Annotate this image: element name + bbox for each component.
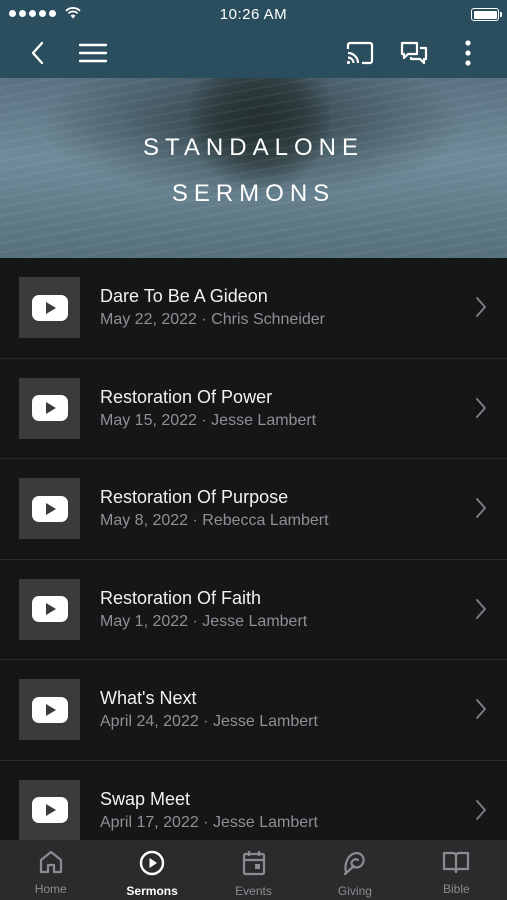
video-thumbnail [19,779,80,840]
sermon-meta: May 15, 2022 · Jesse Lambert [100,411,317,429]
play-circle-icon [139,850,165,876]
youtube-play-icon [31,596,68,622]
cast-button[interactable] [343,36,377,70]
sermon-item[interactable]: Swap Meet April 17, 2022 · Jesse Lambert [0,761,507,840]
more-vertical-icon [465,40,471,66]
sermon-item[interactable]: Restoration Of Purpose May 8, 2022 · Reb… [0,459,507,560]
chevron-right-icon [476,498,486,518]
video-thumbnail [19,478,80,539]
tab-label: Giving [337,884,372,898]
chevron-right-icon [476,598,486,619]
sermon-meta: April 17, 2022 · Jesse Lambert [100,813,318,831]
tab-bible[interactable]: Bible [406,840,507,900]
video-thumbnail [19,277,80,338]
video-thumbnail [19,377,80,439]
series-banner: STANDALONE SERMONS [0,78,507,258]
status-bar: 10:26 AM [0,0,507,28]
tab-giving[interactable]: Giving [304,840,405,900]
tab-sermons[interactable]: Sermons [101,840,202,900]
sermon-title: What's Next [100,688,197,708]
sermon-meta: April 24, 2022 · Jesse Lambert [100,713,318,730]
back-button[interactable] [21,36,55,70]
home-icon [39,850,62,874]
youtube-play-icon [31,294,68,321]
video-thumbnail [19,578,80,640]
tab-home[interactable]: Home [0,840,101,900]
youtube-play-icon [31,395,68,421]
youtube-play-icon [31,797,68,823]
sermon-meta: May 1, 2022 · Jesse Lambert [100,612,308,630]
sermon-item[interactable]: Dare To Be A Gideon May 22, 2022 · Chris… [0,258,507,359]
hamburger-menu-icon [79,43,107,63]
sermon-item[interactable]: What's Next April 24, 2022 · Jesse Lambe… [0,660,507,761]
sermon-item[interactable]: Restoration Of Faith May 1, 2022 · Jesse… [0,560,507,660]
calendar-icon [242,851,265,876]
tab-label: Bible [442,882,470,896]
battery-icon [471,8,502,21]
sermon-title: Restoration Of Purpose [100,487,289,507]
cast-icon [346,41,374,65]
sermon-item[interactable]: Restoration Of Power May 15, 2022 · Jess… [0,359,507,459]
tab-events[interactable]: Events [203,840,304,900]
tab-bar: Home Sermons Events Giving Bible [0,840,507,900]
chevron-right-icon [476,297,486,317]
book-icon [443,851,470,874]
sermon-title: Dare To Be A Gideon [100,286,268,306]
video-thumbnail [19,679,80,740]
sermon-title: Restoration Of Power [100,386,273,407]
sermon-list: Dare To Be A Gideon May 22, 2022 · Chris… [0,258,507,840]
chevron-right-icon [476,799,486,820]
sermon-title: Restoration Of Faith [100,587,262,608]
youtube-play-icon [31,495,68,522]
sermon-meta: May 8, 2022 · Rebecca Lambert [100,512,329,529]
banner-title-line2: SERMONS [171,180,336,207]
chevron-right-icon [476,699,486,719]
signal-strength-icon [9,7,81,19]
sermon-meta: May 22, 2022 · Chris Schneider [100,311,325,328]
tab-label: Events [235,884,272,898]
giving-icon [343,851,365,876]
banner-title-line1: STANDALONE [143,134,364,161]
tab-label: Home [34,882,67,896]
status-time: 10:26 AM [219,5,288,23]
chat-bubbles-icon [400,41,428,65]
more-options-button[interactable] [451,36,485,70]
nav-bar [0,28,507,78]
chevron-right-icon [476,397,486,418]
menu-button[interactable] [76,36,110,70]
chat-button[interactable] [397,36,431,70]
tab-label: Sermons [126,884,178,898]
sermon-title: Swap Meet [100,788,191,809]
chevron-left-icon [31,41,44,65]
wifi-icon [65,7,81,19]
youtube-play-icon [31,696,68,723]
